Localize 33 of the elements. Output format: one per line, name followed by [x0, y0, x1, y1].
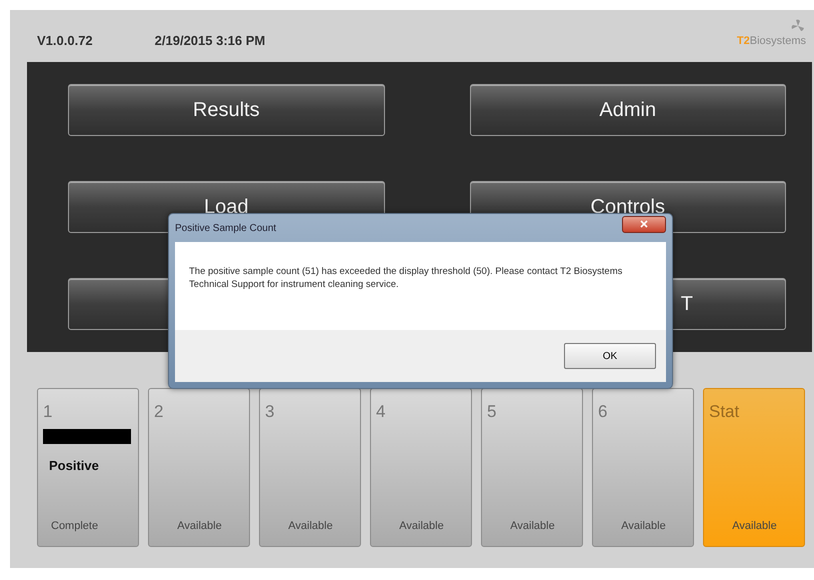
menu-button[interactable]: Admin: [470, 84, 786, 136]
dialog-title: Positive Sample Count: [175, 222, 276, 236]
slot-number: Stat: [709, 403, 740, 420]
slot-number: 4: [376, 403, 386, 420]
slot-number: 2: [154, 403, 164, 420]
slot-status: Available: [176, 518, 223, 534]
slot-status: Available: [509, 518, 556, 534]
sample-slot[interactable]: 6 Available: [592, 388, 694, 547]
close-icon: [640, 220, 648, 228]
version-label: V1.0.0.72: [37, 32, 93, 50]
close-button[interactable]: [622, 216, 666, 232]
sample-slot[interactable]: Stat Available: [703, 388, 805, 547]
slot-number: 6: [598, 403, 608, 420]
logo-icon: [790, 18, 806, 33]
slot-number: 3: [265, 403, 276, 420]
sample-slot[interactable]: 5 Available: [481, 388, 583, 547]
ok-button[interactable]: OK: [564, 343, 656, 369]
logo-text: T2Biosystems: [736, 34, 806, 49]
sample-slot[interactable]: 4 Available: [370, 388, 472, 547]
date-time: 2/19/2015 3:16 PM: [154, 32, 266, 50]
sample-slot[interactable]: 2 Available: [148, 388, 250, 547]
slot-number: 1: [43, 403, 54, 420]
slot-number: 5: [487, 403, 498, 420]
sample-slot[interactable]: 1 Positive Complete: [37, 388, 139, 547]
sample-slot[interactable]: 3 Available: [259, 388, 361, 547]
slot-status: Available: [731, 518, 778, 534]
menu-button[interactable]: Results: [68, 84, 384, 136]
result-label: Positive: [49, 457, 100, 475]
slot-status: Available: [287, 518, 334, 534]
slot-status: Available: [620, 518, 667, 534]
dialog-message: The positive sample count (51) has exceeded the display threshold (50). Please contact T2 Biosystems Technical Support for instrument cleaning service.: [189, 266, 624, 292]
slot-status: Complete: [50, 518, 100, 534]
slot-status: Available: [398, 518, 445, 534]
